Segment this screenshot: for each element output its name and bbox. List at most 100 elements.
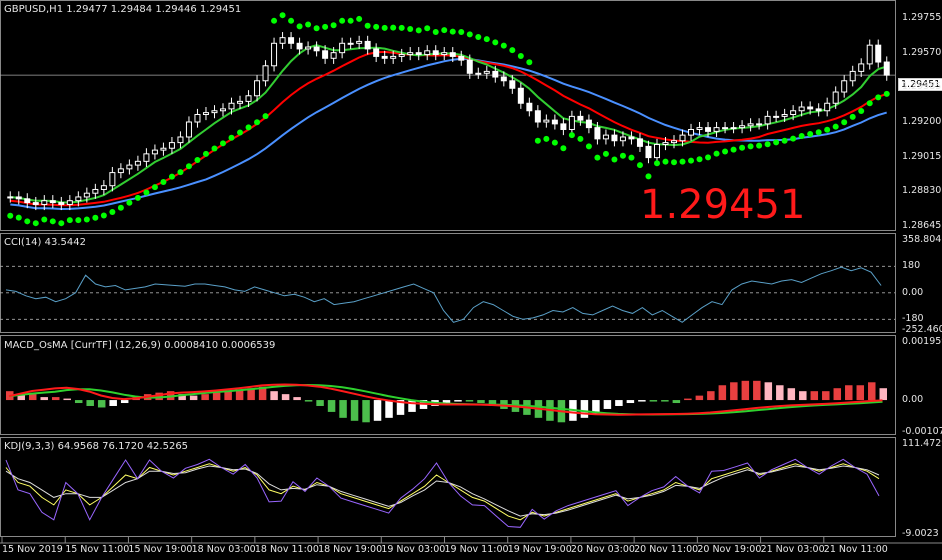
candle-body	[781, 114, 788, 117]
osma-bar	[799, 391, 807, 401]
sar-dot	[49, 218, 56, 225]
sar-dot	[194, 156, 201, 163]
cci-tick-label: -252.4606	[902, 324, 942, 335]
candle-body	[560, 123, 567, 130]
candle-body	[424, 50, 431, 56]
candle-body	[688, 128, 695, 136]
sar-dot	[339, 17, 346, 24]
candle-body	[483, 70, 490, 74]
chart-header: GBPUSD,H1 1.29477 1.29484 1.29446 1.2945…	[4, 4, 241, 15]
sar-dot	[288, 17, 295, 24]
time-tick-label: 19 Nov 19:00	[507, 544, 572, 555]
candle-body	[824, 102, 831, 112]
sar-dot	[66, 217, 73, 224]
candle-body	[594, 127, 601, 140]
sar-dot	[211, 145, 218, 152]
candle-body	[66, 200, 73, 205]
candle-body	[517, 87, 524, 104]
candle-body	[568, 115, 575, 130]
candle-body	[32, 202, 39, 205]
pane-frame	[0, 233, 896, 333]
candle-body	[415, 52, 422, 56]
osma-bar	[477, 400, 485, 404]
sar-dot	[262, 113, 269, 120]
candle-body	[849, 70, 856, 82]
sar-dot	[117, 204, 124, 211]
osma-bar	[684, 398, 692, 401]
osma-bar	[120, 400, 129, 404]
kdj-label: KDJ(9,3,3) 64.9568 76.1720 42.5265	[4, 441, 189, 452]
candle-body	[449, 52, 456, 57]
sar-dot	[364, 22, 371, 29]
sar-dot	[296, 23, 303, 30]
osma-bar	[74, 400, 83, 404]
osma-bar	[316, 400, 324, 406]
candle-body	[866, 44, 873, 65]
candle-body	[194, 114, 201, 123]
candle-body	[219, 108, 226, 112]
candle-body	[279, 37, 286, 44]
sar-dot	[773, 139, 780, 146]
sar-dot	[100, 212, 107, 219]
kdj-tick-label: 111.4729	[902, 438, 942, 449]
sar-dot	[92, 214, 99, 221]
pane-frame	[0, 437, 896, 537]
candle-body	[49, 200, 56, 204]
current-price-display: 1.29451	[640, 182, 806, 228]
price-tick-label: 1.29385	[902, 81, 942, 93]
candle-body	[492, 70, 499, 78]
candle-body	[636, 138, 643, 147]
osma-bar	[856, 385, 865, 401]
time-tick-label: 20 Nov 19:00	[697, 544, 762, 555]
sar-dot	[58, 220, 65, 227]
sar-dot	[832, 123, 839, 130]
osma-bar	[212, 392, 221, 401]
sar-dot	[705, 154, 712, 161]
osma-bar	[339, 400, 347, 418]
sar-dot	[458, 29, 465, 36]
osma-bar	[661, 400, 669, 402]
candle-body	[841, 80, 848, 93]
sar-dot	[424, 25, 431, 32]
osma-bar	[810, 391, 819, 401]
sar-dot	[347, 17, 354, 24]
sar-dot	[160, 178, 167, 185]
sar-dot	[177, 169, 184, 176]
candle-body	[202, 112, 209, 116]
osma-bar	[51, 397, 60, 401]
sar-dot	[841, 119, 848, 126]
sar-dot	[722, 148, 729, 155]
candle-body	[313, 46, 320, 52]
candle-body	[466, 59, 473, 74]
sar-dot	[83, 216, 90, 223]
sar-dot	[500, 42, 507, 49]
time-tick-label: 18 Nov 11:00	[254, 544, 319, 555]
sar-dot	[237, 129, 244, 136]
sar-dot	[790, 135, 797, 142]
osma-bar	[270, 391, 278, 401]
sar-dot	[398, 24, 405, 31]
cci-tick-label: -180	[902, 313, 924, 325]
ohlc-values: 1.29477 1.29484 1.29446 1.29451	[66, 4, 242, 15]
candle-body	[41, 200, 48, 205]
sar-dot	[313, 25, 320, 32]
candle-body	[475, 72, 482, 75]
osma-bar	[626, 400, 635, 404]
sar-dot	[185, 163, 192, 170]
osma-bar	[787, 388, 796, 401]
sar-dot	[747, 143, 754, 150]
time-tick-label: 21 Nov 03:00	[760, 544, 825, 555]
sar-dot	[356, 15, 363, 22]
macd-signal-line	[8, 383, 883, 416]
candle-body	[832, 91, 839, 104]
osma-bar	[868, 382, 876, 401]
sar-dot	[305, 21, 312, 28]
sar-dot	[134, 194, 141, 201]
sar-dot	[568, 132, 575, 139]
candle-body	[773, 115, 780, 118]
sar-dot	[143, 189, 150, 196]
osma-bar	[776, 385, 784, 401]
osma-bar	[603, 400, 612, 409]
osma-bar	[109, 400, 117, 406]
candle-body	[373, 48, 380, 57]
